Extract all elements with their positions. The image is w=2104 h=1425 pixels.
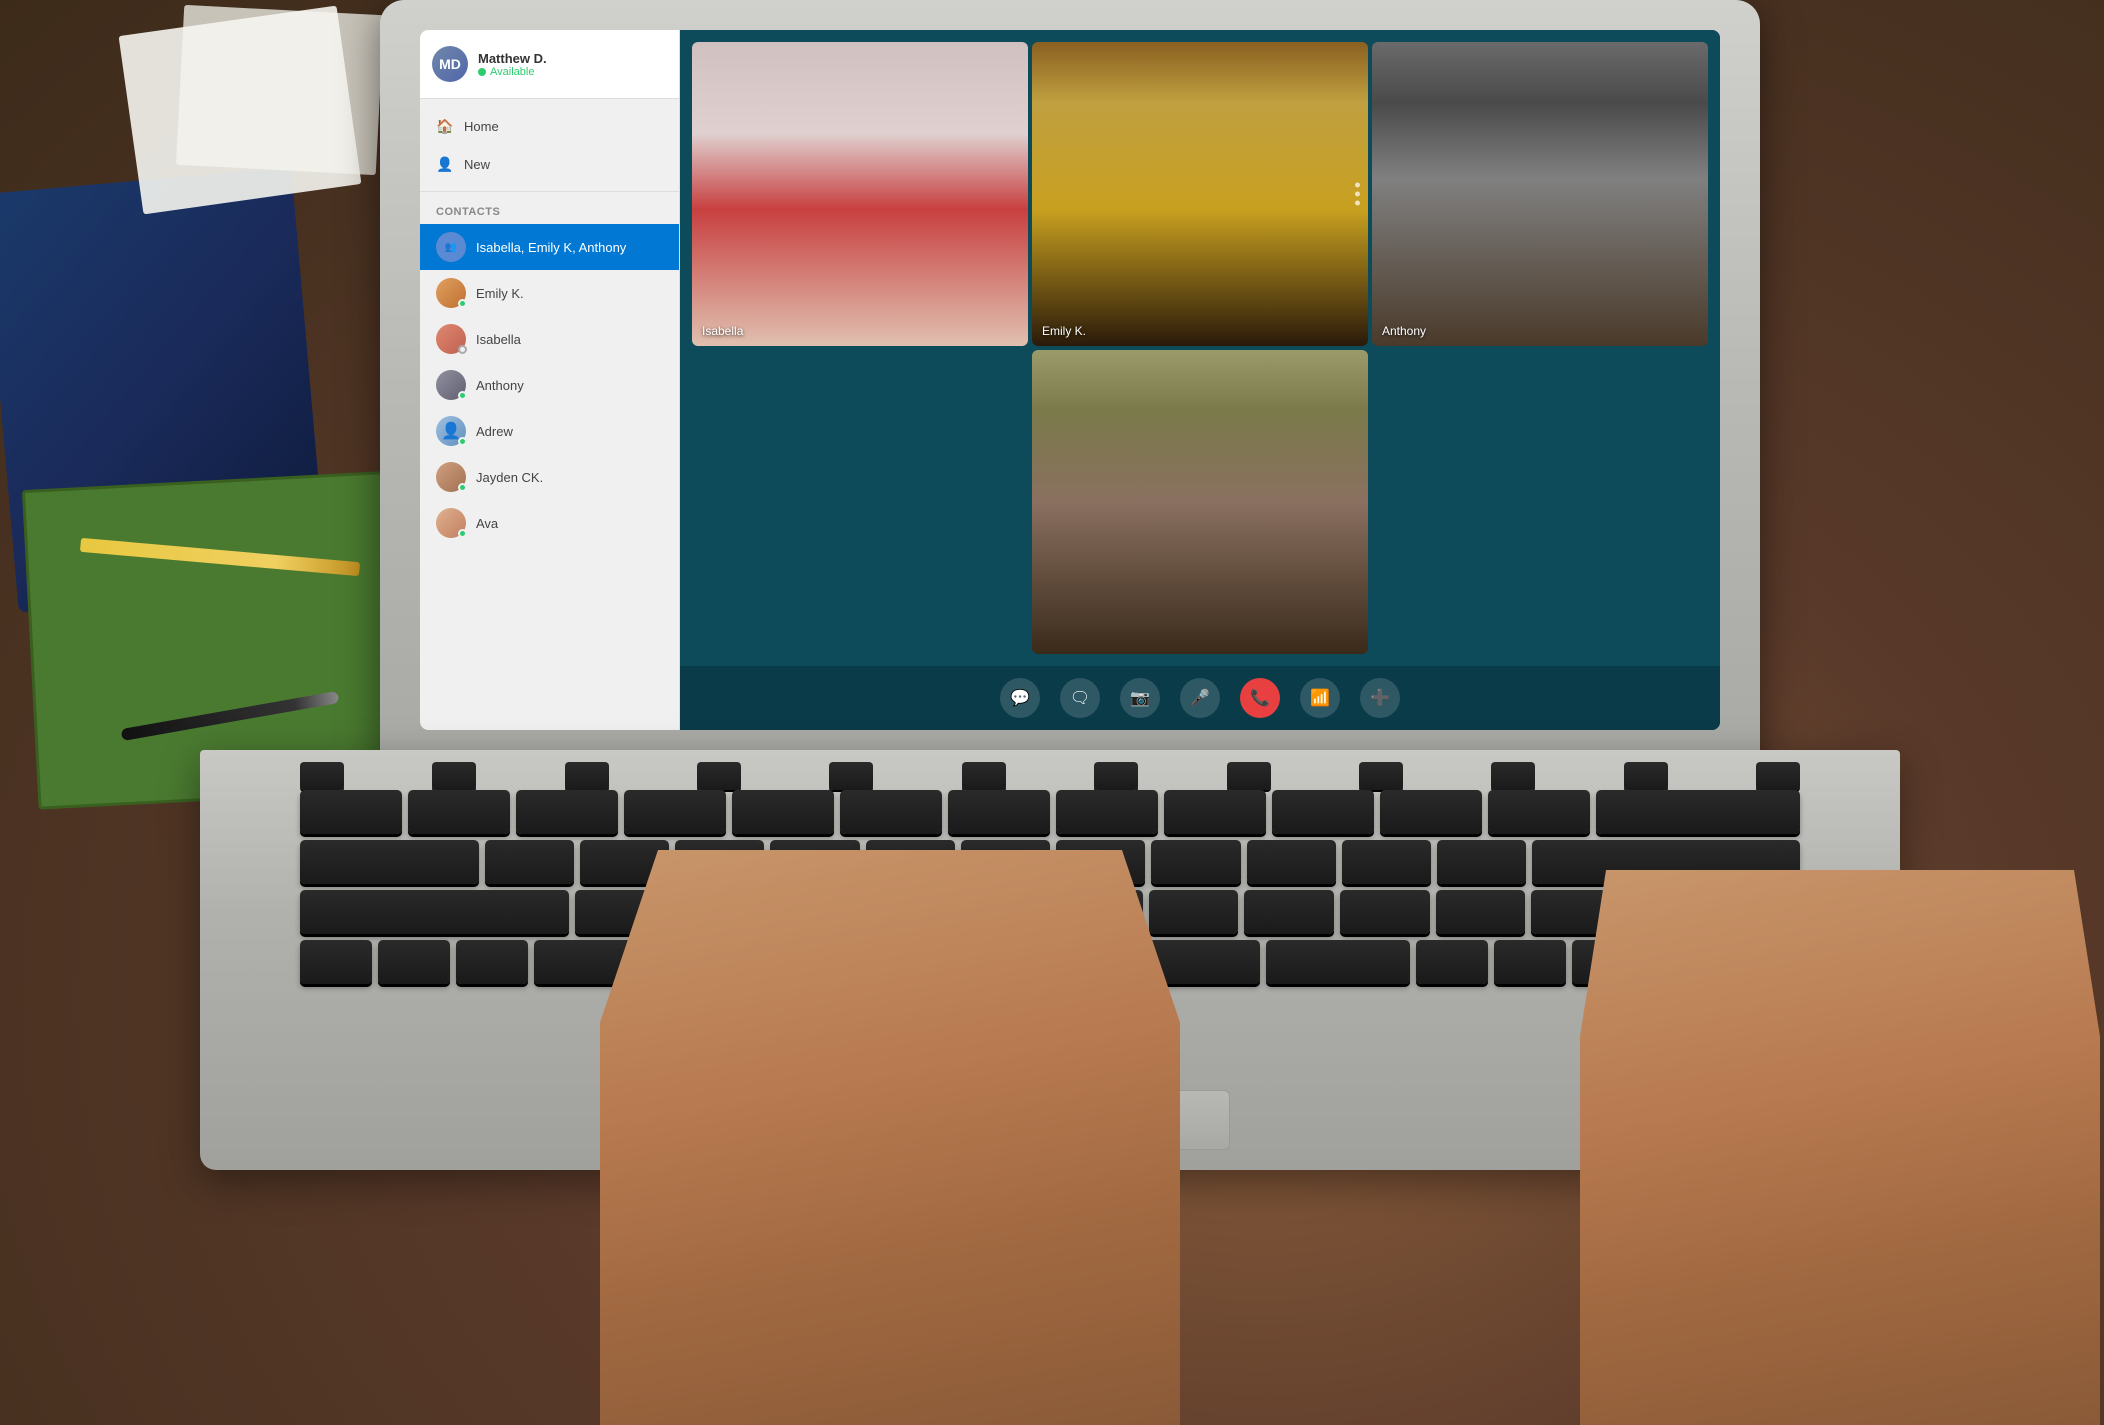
key-row-1: [300, 790, 1800, 834]
mic-button[interactable]: 🎤: [1180, 678, 1220, 718]
contact-item-adrew[interactable]: 👤 Adrew: [420, 408, 679, 454]
key-y: [840, 790, 942, 834]
app-sidebar: MD Matthew D. Available 🏠 Home: [420, 30, 680, 730]
user-info: Matthew D. Available: [478, 51, 547, 78]
contact-name-jayden: Jayden CK.: [476, 470, 543, 485]
participant-name-emily: Emily K.: [1042, 324, 1086, 338]
hands-area: [500, 850, 2100, 1425]
key-caps: [300, 840, 479, 884]
sidebar-item-new[interactable]: 👤 New: [420, 145, 679, 183]
contact-item-isabella[interactable]: Isabella: [420, 316, 679, 362]
signal-button[interactable]: 📶: [1300, 678, 1340, 718]
home-icon: 🏠: [436, 117, 454, 135]
key-r: [624, 790, 726, 834]
key-e: [516, 790, 618, 834]
contact-name-adrew: Adrew: [476, 424, 513, 439]
fn-key-11: [1624, 762, 1668, 790]
dot-3: [1355, 201, 1360, 206]
fn-key-6: [962, 762, 1006, 790]
contact-item-jayden[interactable]: Jayden CK.: [420, 454, 679, 500]
fn-key-9: [1359, 762, 1403, 790]
video-tile-person4: [1032, 350, 1368, 654]
key-o: [1164, 790, 1266, 834]
laptop-screen: MD Matthew D. Available 🏠 Home: [420, 30, 1720, 730]
fn-key-10: [1491, 762, 1535, 790]
fn-key-1: [300, 762, 344, 790]
contacts-label: Contacts: [420, 200, 679, 224]
hand-right: [1580, 870, 2100, 1425]
dot-2: [1355, 192, 1360, 197]
contact-name-isabella: Isabella: [476, 332, 521, 347]
camera-button[interactable]: 📷: [1120, 678, 1160, 718]
video-call-area: Isabella Emily K. Anthony: [680, 30, 1720, 730]
sidebar-nav: 🏠 Home 👤 New: [420, 99, 679, 192]
key-delete: [1596, 790, 1800, 834]
key-i: [1056, 790, 1158, 834]
fn-key-2: [432, 762, 476, 790]
nav-home-label: Home: [464, 119, 499, 134]
person-add-icon: 👤: [436, 155, 454, 173]
fn-key-4: [697, 762, 741, 790]
laptop-bezel: MD Matthew D. Available 🏠 Home: [380, 0, 1760, 780]
call-controls-bar: 💬 🗨 📷 🎤 📞 📶 ➕: [680, 666, 1720, 730]
participant-name-anthony: Anthony: [1382, 324, 1426, 338]
contact-item-group[interactable]: 👥 Isabella, Emily K, Anthony: [420, 224, 679, 270]
presence-away-isabella: [458, 345, 467, 354]
fn-key-row: [200, 750, 1900, 790]
user-status: Available: [478, 66, 547, 78]
video-grid: Isabella Emily K. Anthony: [680, 30, 1720, 666]
fn-key-7: [1094, 762, 1138, 790]
key-ctrl: [378, 940, 450, 984]
key-q: [300, 790, 402, 834]
presence-online-emily: [458, 299, 467, 308]
fn-key-8: [1227, 762, 1271, 790]
add-button[interactable]: ➕: [1360, 678, 1400, 718]
video-tile-emily: Emily K.: [1032, 42, 1368, 346]
nav-new-label: New: [464, 157, 490, 172]
fn-key-3: [565, 762, 609, 790]
end-call-button[interactable]: 📞: [1240, 678, 1280, 718]
contact-item-emily[interactable]: Emily K.: [420, 270, 679, 316]
contacts-section: Contacts 👥 Isabella, Emily K, Anthony Em…: [420, 192, 679, 554]
laptop: MD Matthew D. Available 🏠 Home: [380, 0, 1760, 820]
presence-online-adrew: [458, 437, 467, 446]
contact-avatar-group: 👥: [436, 232, 466, 262]
key-u: [948, 790, 1050, 834]
more-options-icon[interactable]: [1355, 183, 1360, 206]
fn-key-12: [1756, 762, 1800, 790]
key-brac1: [1380, 790, 1482, 834]
video-tile-isabella: Isabella: [692, 42, 1028, 346]
contact-name-group: Isabella, Emily K, Anthony: [476, 240, 626, 255]
contact-item-anthony[interactable]: Anthony: [420, 362, 679, 408]
key-brac2: [1488, 790, 1590, 834]
key-t: [732, 790, 834, 834]
presence-online-jayden: [458, 483, 467, 492]
participant-name-isabella: Isabella: [702, 324, 743, 338]
sidebar-item-home[interactable]: 🏠 Home: [420, 107, 679, 145]
hand-left: [600, 850, 1180, 1425]
contact-name-emily: Emily K.: [476, 286, 524, 301]
key-w: [408, 790, 510, 834]
status-text: Available: [490, 66, 534, 78]
status-dot-icon: [478, 68, 486, 76]
contact-name-anthony: Anthony: [476, 378, 524, 393]
avatar-initials: MD: [439, 56, 461, 72]
emoji-button[interactable]: 🗨: [1060, 678, 1100, 718]
paper-background-1: [119, 6, 362, 215]
video-tile-anthony: Anthony: [1372, 42, 1708, 346]
avatar: MD: [432, 46, 468, 82]
presence-online-anthony: [458, 391, 467, 400]
key-p: [1272, 790, 1374, 834]
dot-1: [1355, 183, 1360, 188]
chat-button[interactable]: 💬: [1000, 678, 1040, 718]
user-name: Matthew D.: [478, 51, 547, 66]
fn-key-5: [829, 762, 873, 790]
sidebar-header: MD Matthew D. Available: [420, 30, 679, 99]
key-fn: [300, 940, 372, 984]
contact-name-ava: Ava: [476, 516, 498, 531]
presence-online-ava: [458, 529, 467, 538]
contact-item-ava[interactable]: Ava: [420, 500, 679, 546]
